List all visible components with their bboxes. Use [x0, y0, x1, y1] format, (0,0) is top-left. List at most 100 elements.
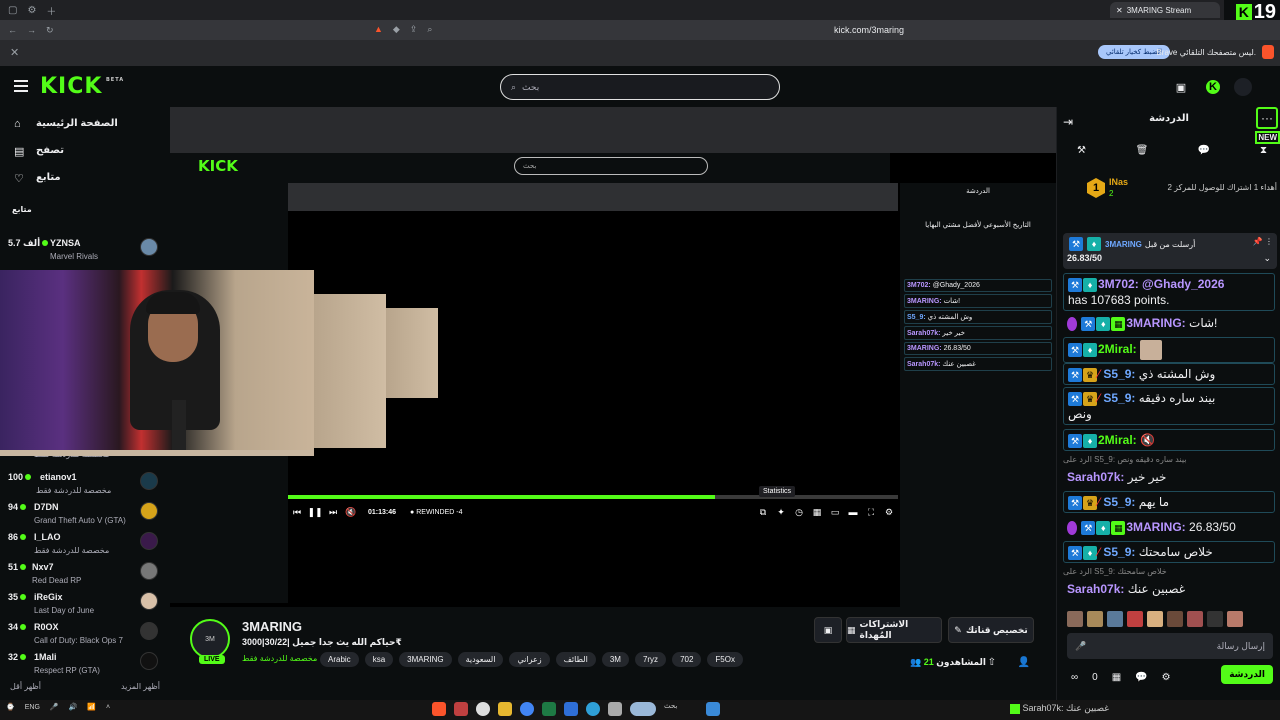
chat-input[interactable]: 🎤 إرسال رسالة [1067, 633, 1273, 659]
infobar-close-icon[interactable]: ✕ [10, 46, 19, 59]
streamer-avatar[interactable]: 3M [190, 619, 230, 659]
pinned-message[interactable]: ⚒ ♦ 3MARING أرسلت من قبل 📌 ⋮ 26.83/50 ⌄ [1063, 233, 1277, 269]
chat-message[interactable]: ⚒ ♦ 3M702: @Ghady_2026 has 107683 points. [1063, 273, 1275, 311]
app-icon[interactable] [608, 702, 622, 716]
save-icon[interactable]: ▣ [814, 617, 842, 643]
statistics-icon[interactable]: ▦ [808, 503, 826, 521]
taskbar-search[interactable]: بحث [664, 702, 698, 716]
emote[interactable] [1207, 611, 1223, 627]
share-icon[interactable]: ⇧ [988, 657, 996, 668]
chat-bubble-icon[interactable]: 💬 [1135, 672, 1147, 683]
gear-icon[interactable]: ⚙ [1162, 672, 1171, 683]
tab-close-icon[interactable]: ✕ [1116, 6, 1123, 15]
tag[interactable]: 702 [672, 652, 702, 667]
channel-row[interactable]: 34 R0OX Call of Duty: Black Ops 7 [0, 620, 170, 650]
customize-channel-button[interactable]: ✎ تخصيص قناتك [948, 617, 1034, 643]
excel-icon[interactable] [542, 702, 556, 716]
sidebar-item-home[interactable]: ⌂ الصفحة الرئيسية [0, 110, 170, 137]
wifi-icon[interactable]: 📶 [87, 703, 96, 711]
chat-message[interactable]: Sarah07k: خير خير [1063, 467, 1275, 487]
emote[interactable] [1067, 611, 1083, 627]
chat-message[interactable]: ⚒ ♦ ⁄ S5_9: خلاص سامحتك [1063, 541, 1275, 563]
search-input[interactable]: ⌕ بحث [500, 74, 780, 100]
show-more-link[interactable]: أظهر المزيد [121, 682, 160, 691]
windows-start-icon[interactable] [706, 702, 720, 716]
show-less-link[interactable]: أظهر أقل [10, 682, 41, 691]
emote[interactable] [1107, 611, 1123, 627]
profile-avatar[interactable] [1234, 78, 1252, 96]
weather-icon[interactable] [630, 702, 656, 716]
back-icon[interactable]: ← [8, 25, 17, 36]
channel-row[interactable]: 35 iReGix Last Day of June [0, 590, 170, 620]
zoom-icon[interactable]: ⌕ [427, 24, 432, 35]
notification-text[interactable]: Sarah07k: غصبين عنك [1023, 703, 1110, 713]
trash-icon[interactable]: 🗑 [1136, 145, 1149, 156]
speaker-icon[interactable]: 🔊 [69, 703, 78, 711]
chat-bubble-icon[interactable]: 💬 [1198, 145, 1210, 156]
channel-row[interactable]: 100 etianov1 مخصصة للدردشة فقط [0, 470, 170, 500]
tag[interactable]: 7ryz [634, 652, 667, 667]
sidebar-item-browse[interactable]: ▤ تصفح [0, 137, 170, 164]
follow-icon[interactable]: 👤 [1018, 657, 1030, 668]
hammer-icon[interactable]: ⚒ [1077, 145, 1086, 156]
tag[interactable]: F5Ox [707, 652, 743, 667]
channel-row[interactable]: 86 I_LAO مخصصة للدردشة فقط [0, 530, 170, 560]
settings-icon[interactable]: ⚙ [880, 503, 898, 521]
stream-category[interactable]: مخصصة للدردشة فقط [242, 654, 317, 663]
folder-icon[interactable] [498, 702, 512, 716]
channel-row[interactable]: 32 1Mali Respect RP (GTA) [0, 650, 170, 680]
theater-icon[interactable]: ▬ [844, 503, 862, 521]
leaderboard-card[interactable]: 1 INas 2 أهداء 1 اشتراك للوصول للمركز 2 [1087, 175, 1277, 205]
chat-message[interactable]: ⚒ ♦ 2Miral: 🔇 [1063, 429, 1275, 451]
skip-back-icon[interactable]: ⏮ [288, 503, 306, 521]
mic-icon[interactable]: 🎤 [1075, 641, 1086, 652]
chat-message[interactable]: Sarah07k: غصبين عنك [1063, 579, 1275, 599]
active-tab[interactable]: ✕ 3MARING Stream [1110, 2, 1220, 18]
channel-row[interactable]: 51 Nxv7 Red Dead RP [0, 560, 170, 590]
settings-icon[interactable]: ⚙ [27, 5, 36, 16]
store-icon[interactable] [564, 702, 578, 716]
chevron-down-icon[interactable]: ⌄ [1263, 253, 1271, 264]
kick-points-icon[interactable]: K [1206, 80, 1220, 94]
timer-icon[interactable]: ◷ [790, 503, 808, 521]
tag[interactable]: Arabic [320, 652, 359, 667]
channel-row[interactable]: 5.7 ألف YZNSA Marvel Rivals [0, 236, 170, 266]
gift-subs-button[interactable]: ▦ الاشتراكات المُهداة [846, 617, 942, 643]
kick-logo[interactable]: KICK BETA [40, 74, 123, 99]
language-indicator[interactable]: ENG [25, 704, 40, 711]
pin-icon[interactable]: 📌 ⋮ [1253, 237, 1273, 246]
hourglass-icon[interactable]: ⧗ [1260, 145, 1267, 156]
sparkle-icon[interactable]: ✦ [772, 503, 790, 521]
tag[interactable]: ksa [364, 652, 394, 667]
emote[interactable] [1187, 611, 1203, 627]
chat-send-button[interactable]: الدردشة [1221, 665, 1273, 684]
tag[interactable]: الطائف [555, 652, 596, 667]
chat-message[interactable]: ⚒ ♦ ▦ 3MARING: شات! [1063, 313, 1275, 333]
app-icon[interactable] [454, 702, 468, 716]
gift-icon[interactable]: ▣ [1174, 80, 1188, 94]
share-icon[interactable]: ⇪ [410, 24, 418, 35]
sidebar-item-following[interactable]: ♡ متابع [0, 164, 170, 191]
fullscreen-icon[interactable]: ⛶ [862, 503, 880, 521]
chrome-icon[interactable] [520, 702, 534, 716]
mic-icon[interactable]: 🎤 [50, 703, 59, 711]
pip-icon[interactable]: ▭ [826, 503, 844, 521]
reload-icon[interactable]: ↻ [46, 25, 54, 36]
window-icon[interactable]: ▢ [8, 5, 17, 16]
clip-icon[interactable]: ⧉ [754, 503, 772, 521]
tag[interactable]: 3MARING [399, 652, 452, 667]
emote[interactable] [1147, 611, 1163, 627]
chat-message[interactable]: ⚒ ♛ ⁄ S5_9: ما يهم [1063, 491, 1275, 513]
tag[interactable]: 3M [601, 652, 629, 667]
brave-icon[interactable] [432, 702, 446, 716]
github-icon[interactable] [476, 702, 490, 716]
rewards-icon[interactable]: ◆ [393, 24, 400, 35]
forward-icon[interactable]: → [27, 25, 36, 36]
chat-message[interactable]: ⚒ ♦ 2Miral: [1063, 337, 1275, 363]
tag[interactable]: زعراني [509, 652, 550, 667]
pause-icon[interactable]: ❚❚ [306, 503, 324, 521]
emote[interactable] [1167, 611, 1183, 627]
emote[interactable] [1227, 611, 1243, 627]
channel-row[interactable]: 94 D7DN Grand Theft Auto V (GTA) [0, 500, 170, 530]
streamer-name[interactable]: 3MARING [242, 619, 302, 634]
